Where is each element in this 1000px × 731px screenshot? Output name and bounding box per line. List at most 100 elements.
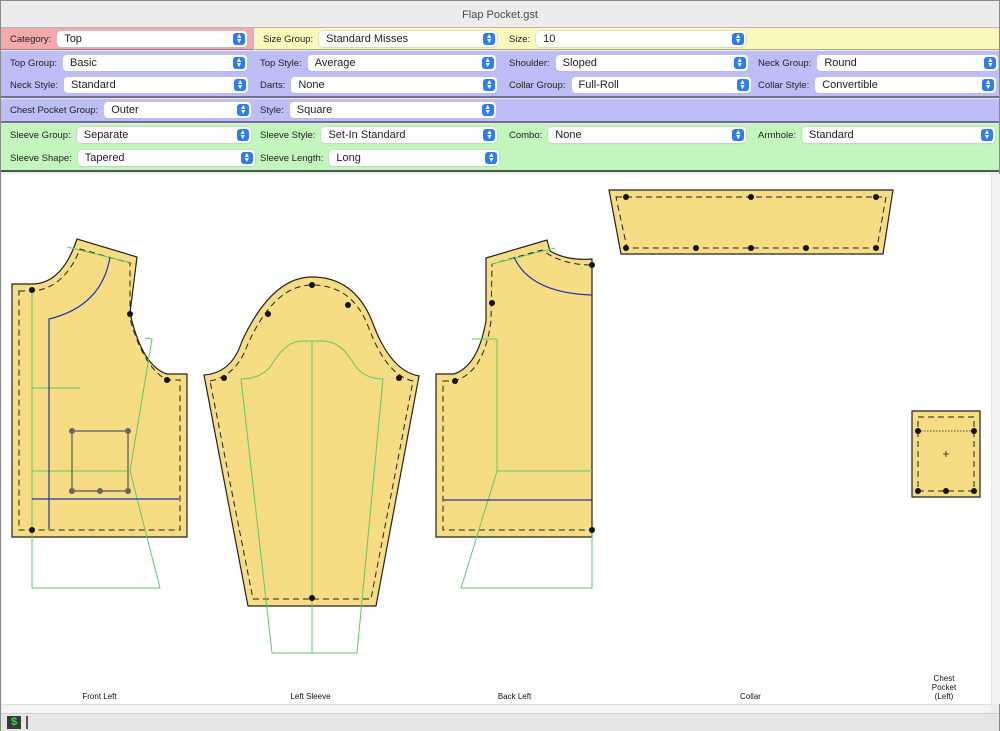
size-select[interactable]: 10 ▲ ▼: [536, 31, 747, 47]
size-group-label: Size Group:: [263, 33, 314, 45]
notch-point: [452, 378, 458, 384]
window-title: Flap Pocket.gst: [1, 1, 999, 28]
piece-label-line: (Left): [934, 692, 954, 701]
chevron-updown-icon: ▲ ▼: [982, 79, 995, 91]
app-window: Flap Pocket.gst Category: Top ▲ ▼ Size Gr…: [0, 0, 1000, 731]
sleeve-length-select[interactable]: Long ▲ ▼: [329, 150, 500, 166]
notch-point: [221, 375, 227, 381]
darts-value: None: [298, 79, 325, 91]
piece-front-left[interactable]: [11, 238, 188, 589]
horizontal-scrollbar[interactable]: [2, 704, 991, 713]
notch-point: [803, 245, 809, 251]
style-value: Square: [296, 104, 333, 116]
notch-point: [971, 488, 977, 494]
notch-point: [345, 302, 351, 308]
pattern-canvas[interactable]: .fill{fill:#f6dc82;stroke:#222;stroke-wi…: [2, 174, 991, 704]
chevron-updown-icon: ▲ ▼: [483, 79, 496, 91]
sleeve-style-label: Sleeve Style:: [260, 129, 316, 141]
shoulder-select[interactable]: Sloped ▲ ▼: [555, 55, 748, 71]
sleeve-style-value: Set-In Standard: [328, 129, 406, 141]
style-select[interactable]: Square ▲ ▼: [289, 102, 496, 118]
sleeve-length-label: Sleeve Length:: [260, 152, 324, 164]
sleeve-style-select[interactable]: Set-In Standard ▲ ▼: [321, 127, 498, 143]
neck-group-value: Round: [824, 57, 857, 69]
piece-label-line: Chest: [933, 674, 955, 683]
chevron-updown-icon: ▲ ▼: [233, 33, 246, 45]
chevron-updown-icon: ▲ ▼: [236, 129, 249, 141]
armhole-select[interactable]: Standard ▲ ▼: [802, 127, 996, 143]
neck-style-label: Neck Style:: [10, 79, 59, 91]
shoulder-label: Shoulder:: [509, 57, 550, 69]
top-band: Top Group: Basic ▲ ▼ Top Style: Average ▲…: [1, 51, 999, 98]
notch-point: [309, 595, 315, 601]
notch-point: [489, 300, 495, 306]
collar-style-select[interactable]: Convertible ▲ ▼: [815, 77, 997, 93]
pattern-svg: .fill{fill:#f6dc82;stroke:#222;stroke-wi…: [11, 189, 981, 654]
piece-chest-pocket[interactable]: [911, 410, 981, 498]
status-divider: [26, 716, 28, 729]
sleeve-group-select[interactable]: Separate ▲ ▼: [76, 127, 251, 143]
category-band: Category: Top ▲ ▼: [1, 28, 254, 50]
top-style-select[interactable]: Average ▲ ▼: [307, 55, 496, 71]
combo-value: None: [555, 129, 582, 141]
chevron-updown-icon: ▲ ▼: [237, 104, 250, 116]
chevron-updown-icon: ▲ ▼: [984, 57, 997, 69]
category-select[interactable]: Top ▲ ▼: [57, 31, 248, 47]
notch-point: [693, 245, 699, 251]
chest-pocket-band: Chest Pocket Group: Outer ▲ ▼ Style: Squa…: [1, 99, 999, 123]
piece-left-sleeve[interactable]: [203, 276, 420, 654]
notch-point: [127, 311, 133, 317]
shoulder-value: Sloped: [562, 57, 597, 69]
notch-point: [943, 488, 949, 494]
sleeve-length-value: Long: [336, 152, 361, 164]
notch-point: [589, 527, 595, 533]
piece-back-left[interactable]: [435, 239, 595, 589]
chevron-updown-icon: ▲ ▼: [234, 79, 247, 91]
notch-point: [915, 428, 921, 434]
piece-label-back-left: Back Left: [497, 692, 532, 701]
chest-pocket-group-select[interactable]: Outer ▲ ▼: [104, 102, 252, 118]
pocket-point: [69, 428, 75, 434]
darts-select[interactable]: None ▲ ▼: [291, 77, 498, 93]
piece-label-collar: Collar: [740, 692, 761, 701]
combo-select[interactable]: None ▲ ▼: [548, 127, 747, 143]
notch-point: [309, 282, 315, 288]
collar-group-select[interactable]: Full-Roll ▲ ▼: [571, 77, 751, 93]
top-group-select[interactable]: Basic ▲ ▼: [63, 55, 247, 71]
chest-pocket-group-value: Outer: [111, 104, 139, 116]
piece-label-front-left: Front Left: [82, 692, 117, 701]
notch-point: [873, 245, 879, 251]
size-band: Size Group: Standard Misses ▲ ▼ Size: 10 …: [255, 28, 999, 50]
piece-collar[interactable]: [608, 189, 894, 255]
sleeve-shape-select[interactable]: Tapered ▲ ▼: [77, 150, 255, 166]
notch-point: [164, 377, 170, 383]
combo-label: Combo:: [509, 129, 543, 141]
notch-point: [915, 488, 921, 494]
size-group-value: Standard Misses: [326, 33, 409, 45]
armhole-label: Armhole:: [758, 129, 797, 141]
notch-point: [265, 311, 271, 317]
pocket-point: [97, 488, 103, 494]
sleeve-band: Sleeve Group: Separate ▲ ▼ Sleeve Style: …: [1, 124, 999, 172]
neck-style-value: Standard: [71, 79, 116, 91]
pocket-point: [125, 488, 131, 494]
chevron-updown-icon: ▲ ▼: [736, 79, 749, 91]
collar-style-value: Convertible: [822, 79, 878, 91]
size-group-select[interactable]: Standard Misses ▲ ▼: [319, 31, 498, 47]
chevron-updown-icon: ▲ ▼: [481, 57, 494, 69]
notch-point: [623, 245, 629, 251]
neck-group-select[interactable]: Round ▲ ▼: [817, 55, 999, 71]
chest-pocket-group-label: Chest Pocket Group:: [10, 104, 99, 116]
dollar-sign-icon[interactable]: $: [7, 716, 21, 729]
notch-point: [623, 194, 629, 200]
chevron-updown-icon: ▲ ▼: [733, 57, 746, 69]
neck-group-label: Neck Group:: [758, 57, 812, 69]
collar-group-value: Full-Roll: [578, 79, 619, 91]
chevron-updown-icon: ▲ ▼: [481, 104, 494, 116]
top-group-label: Top Group:: [10, 57, 57, 69]
vertical-scrollbar[interactable]: [991, 174, 1000, 704]
neck-style-select[interactable]: Standard ▲ ▼: [64, 77, 249, 93]
sleeve-shape-value: Tapered: [84, 152, 125, 164]
chevron-updown-icon: ▲ ▼: [483, 129, 496, 141]
sleeve-shape-label: Sleeve Shape:: [10, 152, 72, 164]
